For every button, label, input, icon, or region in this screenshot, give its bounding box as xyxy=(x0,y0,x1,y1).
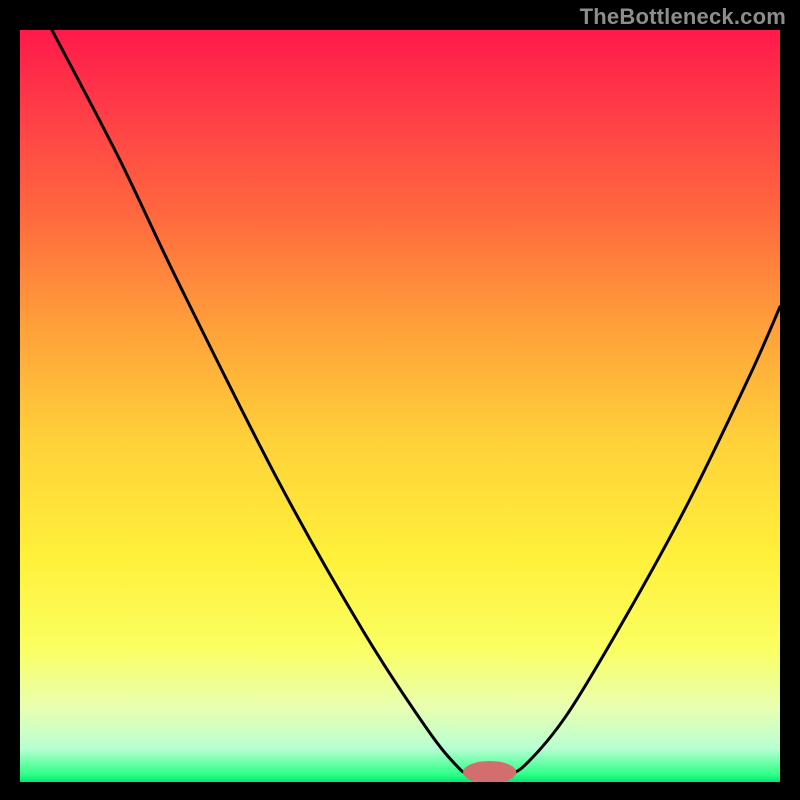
chart-frame: TheBottleneck.com xyxy=(0,0,800,800)
bottleneck-chart xyxy=(20,30,780,782)
plot-background xyxy=(20,30,780,782)
watermark-text: TheBottleneck.com xyxy=(580,4,786,30)
